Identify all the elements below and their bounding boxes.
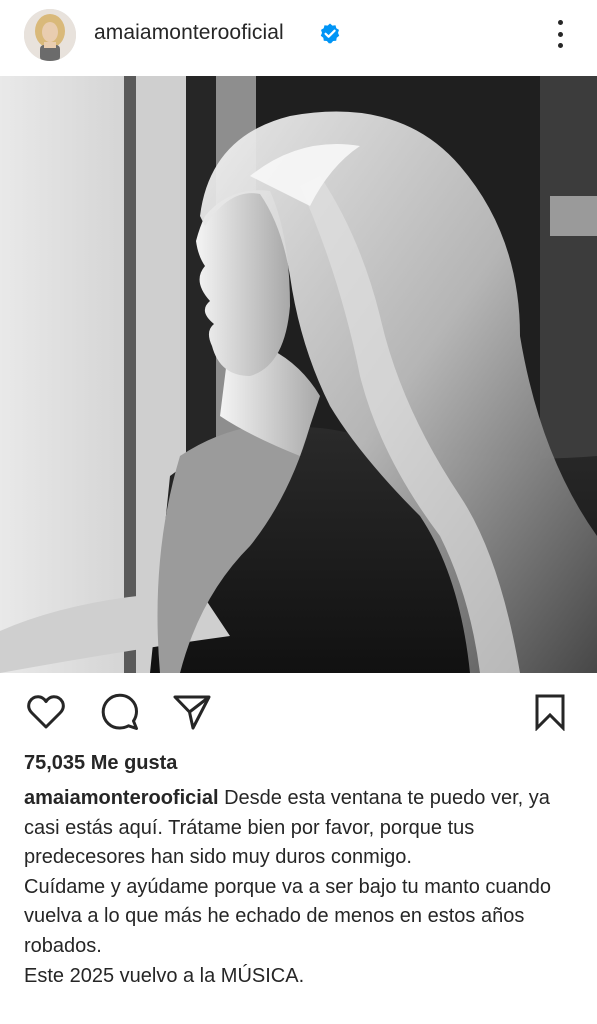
post-photo[interactable] bbox=[0, 76, 597, 673]
likes-count[interactable]: 75,035 Me gusta bbox=[24, 752, 177, 775]
caption-paragraph-1: amaiamonterooficial Desde esta ventana t… bbox=[24, 784, 576, 873]
caption-username[interactable]: amaiamonterooficial bbox=[24, 787, 219, 809]
post-actions bbox=[0, 676, 597, 746]
post-header: amaiamonterooficial bbox=[0, 0, 597, 70]
post-caption: amaiamonterooficial Desde esta ventana t… bbox=[24, 784, 576, 991]
more-options-icon[interactable] bbox=[548, 16, 572, 52]
heart-icon[interactable] bbox=[24, 690, 68, 734]
avatar[interactable] bbox=[24, 9, 76, 61]
send-icon[interactable] bbox=[170, 690, 214, 734]
caption-paragraph-3: Este 2025 vuelvo a la MÚSICA. bbox=[24, 964, 305, 987]
bookmark-icon[interactable] bbox=[528, 690, 572, 734]
caption-paragraph-2: Cuídame y ayúdame porque va a ser bajo t… bbox=[24, 875, 551, 957]
comment-icon[interactable] bbox=[98, 690, 142, 734]
post-username[interactable]: amaiamonterooficial bbox=[94, 21, 284, 45]
verified-badge-icon bbox=[318, 22, 342, 46]
